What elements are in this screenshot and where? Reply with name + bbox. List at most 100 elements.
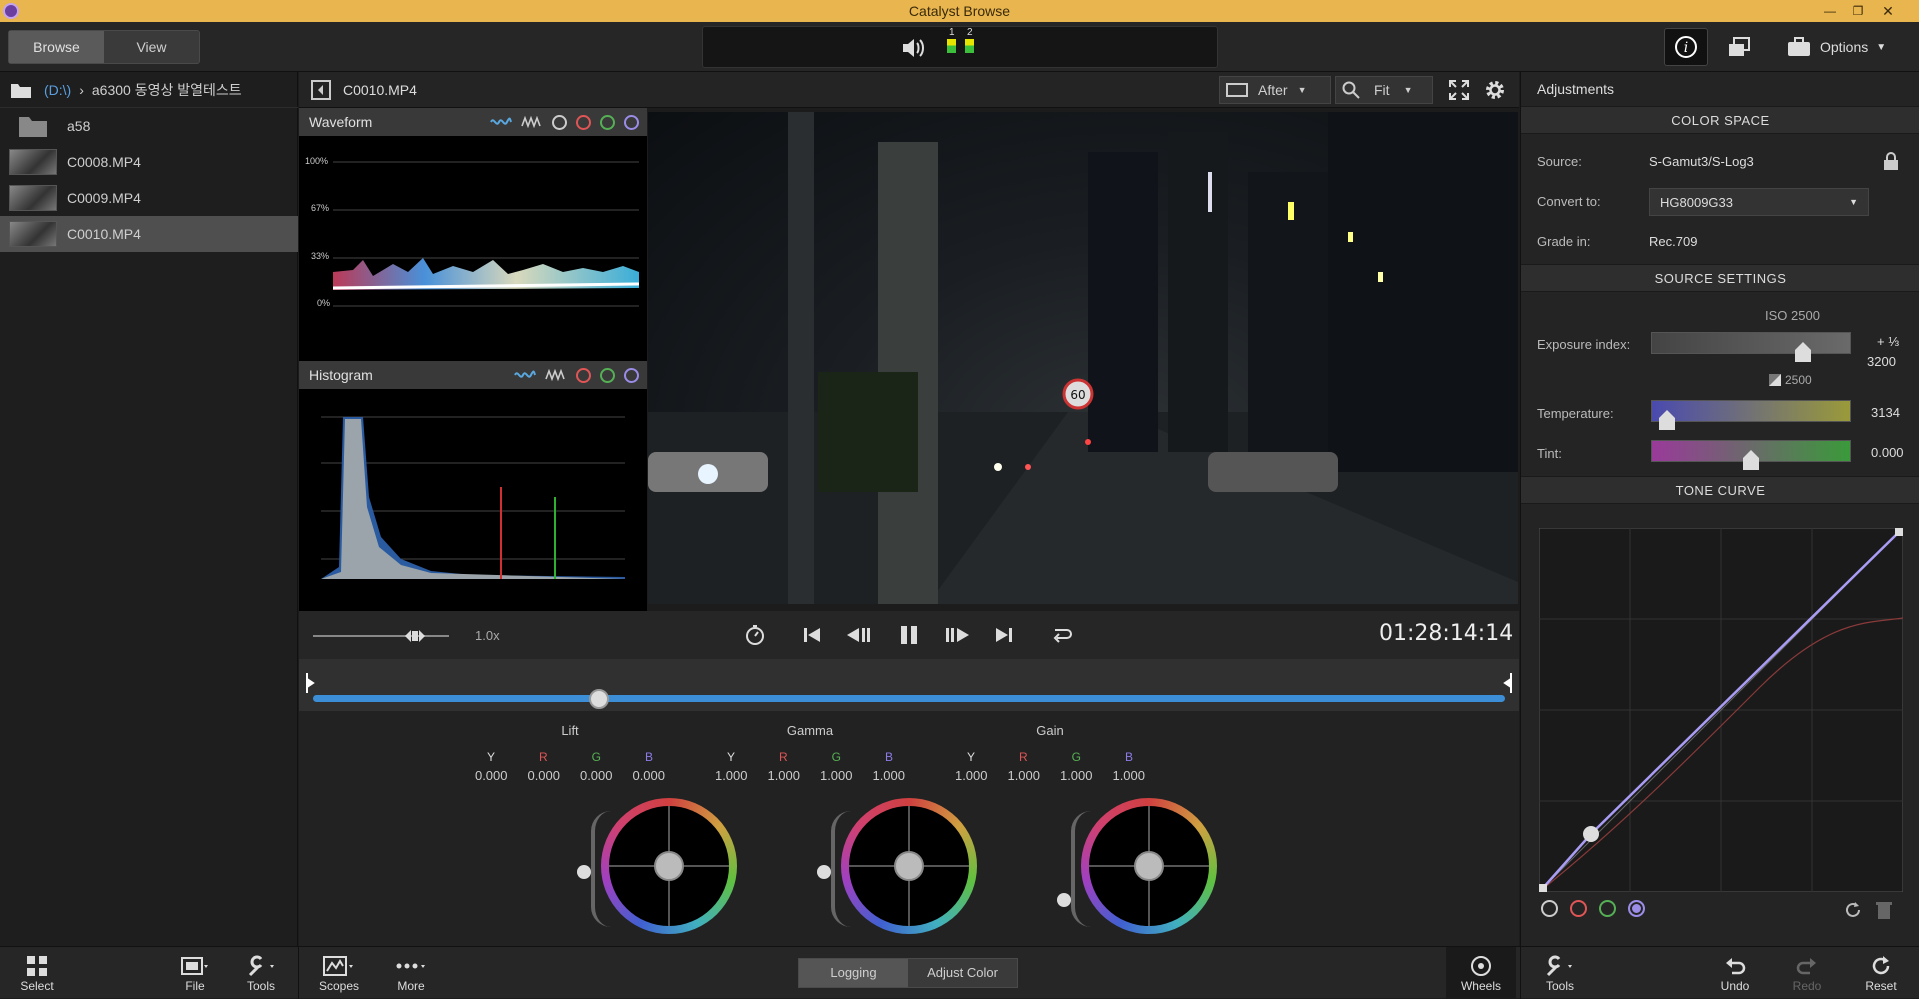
timer-icon[interactable] bbox=[745, 625, 765, 645]
select-button[interactable]: Select bbox=[12, 947, 62, 999]
source-settings-header[interactable]: SOURCE SETTINGS bbox=[1521, 264, 1919, 292]
channel-value[interactable]: 1.000 bbox=[872, 768, 905, 783]
curve-channel-b[interactable] bbox=[1628, 900, 1645, 917]
lock-icon[interactable] bbox=[1883, 152, 1899, 170]
lift-color-wheel[interactable] bbox=[601, 798, 737, 934]
info-button[interactable]: i bbox=[1664, 28, 1708, 66]
redo-button[interactable]: Redo bbox=[1784, 947, 1830, 999]
list-item[interactable]: a58 bbox=[0, 108, 298, 144]
skip-to-start-icon[interactable] bbox=[803, 626, 821, 644]
list-item-selected[interactable]: C0010.MP4 bbox=[0, 216, 298, 252]
tone-curve-header[interactable]: TONE CURVE bbox=[1521, 476, 1919, 504]
parade-wave-icon[interactable] bbox=[490, 116, 512, 128]
channel-value[interactable]: 0.000 bbox=[632, 768, 665, 783]
timeline[interactable] bbox=[299, 659, 1519, 711]
compare-mode-select[interactable]: After ▼ bbox=[1219, 76, 1331, 104]
restore-icon[interactable]: ❐ bbox=[1844, 0, 1872, 22]
tab-adjust-color[interactable]: Adjust Color bbox=[908, 959, 1017, 987]
channel-r-toggle[interactable] bbox=[576, 114, 591, 130]
channel-value[interactable]: 0.000 bbox=[527, 768, 560, 783]
speed-slider[interactable] bbox=[313, 635, 449, 637]
parade-wave-icon[interactable] bbox=[514, 369, 536, 381]
zigzag-icon[interactable] bbox=[545, 369, 567, 381]
curve-channel-y[interactable] bbox=[1541, 900, 1558, 917]
breadcrumb-drive[interactable]: (D:\) bbox=[44, 82, 71, 98]
folder-icon[interactable] bbox=[10, 81, 32, 99]
viewer-header: C0010.MP4 After ▼ Fit ▼ bbox=[299, 72, 1519, 108]
playhead[interactable] bbox=[589, 689, 610, 709]
step-back-icon[interactable] bbox=[845, 626, 871, 644]
gamma-master-handle[interactable] bbox=[817, 865, 831, 879]
channel-value[interactable]: 0.000 bbox=[580, 768, 613, 783]
minimize-icon[interactable]: — bbox=[1816, 0, 1844, 22]
timeline-track[interactable] bbox=[313, 695, 1505, 702]
collapse-panel-icon[interactable] bbox=[311, 80, 331, 100]
curve-channel-g[interactable] bbox=[1599, 900, 1616, 917]
windows-button[interactable] bbox=[1722, 30, 1756, 64]
fullscreen-icon[interactable] bbox=[1449, 80, 1469, 100]
zigzag-icon[interactable] bbox=[521, 116, 543, 128]
zoom-select[interactable]: Fit ▼ bbox=[1335, 76, 1433, 104]
exposure-slider-handle[interactable] bbox=[1795, 342, 1811, 362]
convert-to-select[interactable]: HG8009G33 ▼ bbox=[1649, 188, 1869, 216]
pause-icon[interactable] bbox=[899, 625, 919, 645]
temperature-slider[interactable] bbox=[1651, 400, 1851, 422]
color-space-header[interactable]: COLOR SPACE bbox=[1521, 106, 1919, 134]
in-point-marker-icon[interactable] bbox=[305, 673, 315, 693]
close-icon[interactable]: ✕ bbox=[1874, 0, 1902, 22]
channel-r-toggle[interactable] bbox=[576, 367, 591, 383]
skip-to-end-icon[interactable] bbox=[995, 626, 1013, 644]
gain-wheel-puck[interactable] bbox=[1134, 851, 1164, 881]
out-point-marker-icon[interactable] bbox=[1503, 673, 1513, 693]
gamma-color-wheel[interactable] bbox=[841, 798, 977, 934]
tint-slider-handle[interactable] bbox=[1743, 450, 1759, 470]
channel-value[interactable]: 1.000 bbox=[715, 768, 748, 783]
channel-value[interactable]: 1.000 bbox=[955, 768, 988, 783]
channel-value[interactable]: 1.000 bbox=[1112, 768, 1145, 783]
channel-value[interactable]: 1.000 bbox=[767, 768, 800, 783]
loop-icon[interactable] bbox=[1051, 626, 1073, 644]
wheels-button[interactable]: Wheels bbox=[1446, 947, 1516, 999]
gain-master-handle[interactable] bbox=[1057, 893, 1071, 907]
lift-master-handle[interactable] bbox=[577, 865, 591, 879]
tab-browse[interactable]: Browse bbox=[9, 31, 104, 63]
gear-icon[interactable] bbox=[1483, 78, 1507, 102]
volume-icon[interactable] bbox=[901, 37, 927, 59]
breadcrumb-folder[interactable]: a6300 동영상 발열테스트 bbox=[92, 80, 242, 100]
curve-channel-r[interactable] bbox=[1570, 900, 1587, 917]
step-forward-icon[interactable] bbox=[945, 626, 971, 644]
exposure-slider[interactable] bbox=[1651, 332, 1851, 354]
list-item[interactable]: C0009.MP4 bbox=[0, 180, 298, 216]
gain-color-wheel[interactable] bbox=[1081, 798, 1217, 934]
channel-b-toggle[interactable] bbox=[624, 114, 639, 130]
speed-slider-handle-icon[interactable] bbox=[403, 628, 427, 644]
channel-value[interactable]: 1.000 bbox=[1007, 768, 1040, 783]
tab-logging[interactable]: Logging bbox=[799, 959, 908, 987]
trash-icon[interactable] bbox=[1875, 900, 1893, 920]
temperature-slider-handle[interactable] bbox=[1659, 410, 1675, 430]
channel-y-toggle[interactable] bbox=[552, 114, 567, 130]
curve-control-point[interactable] bbox=[1583, 826, 1599, 842]
channel-b-toggle[interactable] bbox=[624, 367, 639, 383]
gamma-wheel-puck[interactable] bbox=[894, 851, 924, 881]
briefcase-icon bbox=[1788, 37, 1810, 56]
channel-value[interactable]: 1.000 bbox=[820, 768, 853, 783]
options-menu[interactable]: Options ▼ bbox=[1786, 30, 1906, 64]
reset-button[interactable]: Reset bbox=[1858, 947, 1904, 999]
channel-g-toggle[interactable] bbox=[600, 114, 615, 130]
lift-wheel-puck[interactable] bbox=[654, 851, 684, 881]
undo-button[interactable]: Undo bbox=[1712, 947, 1758, 999]
video-preview[interactable]: 60 bbox=[648, 112, 1518, 604]
adjust-tools-button[interactable]: Tools bbox=[1534, 947, 1586, 999]
tone-curve-graph[interactable] bbox=[1539, 528, 1903, 892]
more-button[interactable]: More bbox=[384, 947, 438, 999]
tools-button[interactable]: Tools bbox=[236, 947, 286, 999]
file-button[interactable]: File bbox=[170, 947, 220, 999]
channel-value[interactable]: 0.000 bbox=[475, 768, 508, 783]
list-item[interactable]: C0008.MP4 bbox=[0, 144, 298, 180]
channel-value[interactable]: 1.000 bbox=[1060, 768, 1093, 783]
channel-g-toggle[interactable] bbox=[600, 367, 615, 383]
tab-view[interactable]: View bbox=[104, 31, 199, 63]
scopes-button[interactable]: Scopes bbox=[312, 947, 366, 999]
reset-curve-icon[interactable] bbox=[1843, 900, 1863, 920]
